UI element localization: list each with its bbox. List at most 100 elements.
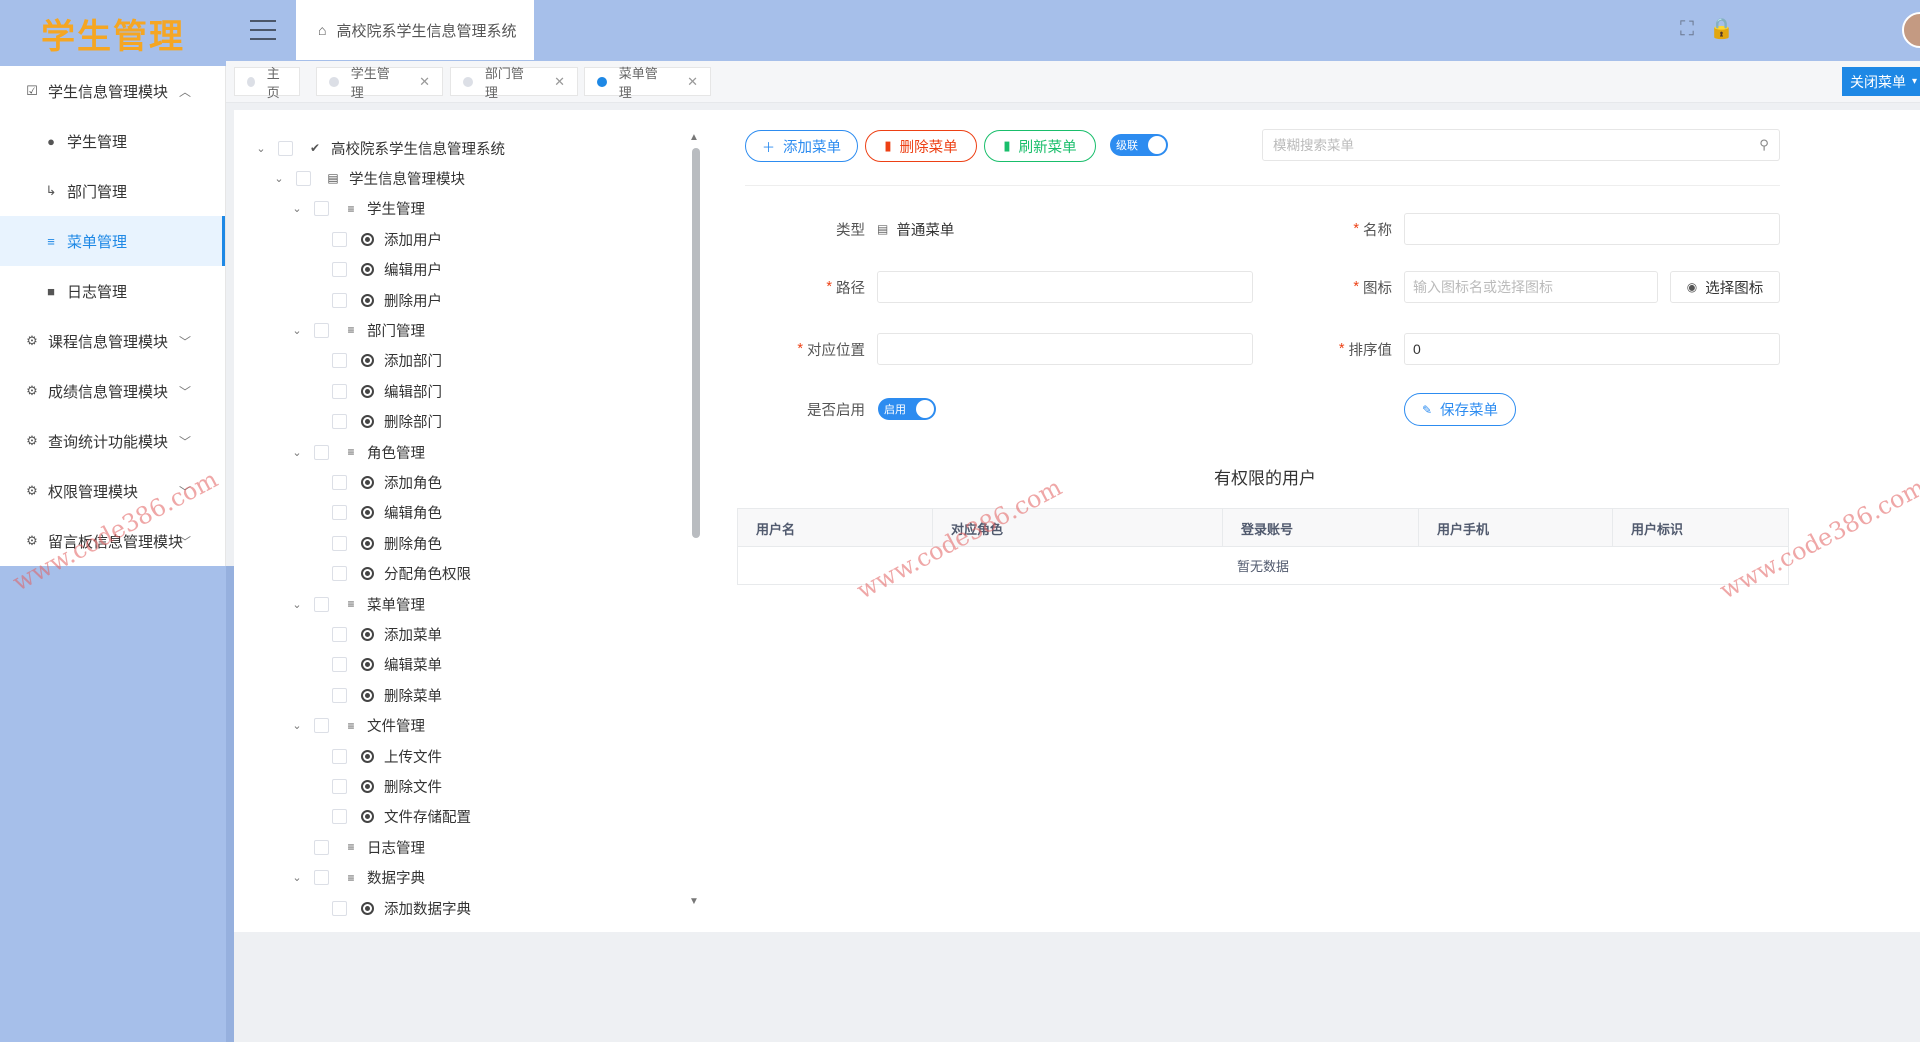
chevron-down-icon[interactable]: ⌄ <box>290 719 304 732</box>
name-field[interactable] <box>1404 213 1780 245</box>
tree-node[interactable]: 删除部门 <box>308 410 442 434</box>
tree-checkbox[interactable] <box>332 687 347 703</box>
tree-node[interactable]: 删除菜单 <box>308 683 442 707</box>
tree-scrollbar[interactable] <box>692 148 700 538</box>
icon-input[interactable] <box>1413 279 1657 295</box>
close-icon[interactable]: ✕ <box>554 74 565 90</box>
lock-icon[interactable]: 🔒 <box>1709 18 1734 40</box>
tree-node[interactable]: 编辑部门 <box>308 379 442 403</box>
tree-checkbox[interactable] <box>332 292 347 308</box>
search-field[interactable]: ⚲ <box>1262 129 1780 161</box>
path-input[interactable] <box>886 279 1252 295</box>
close-icon[interactable]: ✕ <box>419 74 430 90</box>
tree-node[interactable]: ⌄ ≡ 数据字典 <box>290 866 425 890</box>
tree-checkbox[interactable] <box>332 748 347 764</box>
icon-field[interactable] <box>1404 271 1658 303</box>
hamburger-menu-icon[interactable] <box>250 20 276 40</box>
tree-node[interactable]: 删除用户 <box>308 288 442 312</box>
sidebar-item-course-module[interactable]: ⚙ 课程信息管理模块 ﹀ <box>0 316 225 366</box>
tree-node[interactable]: 添加数据字典 <box>308 896 471 920</box>
sidebar-item-score-module[interactable]: ⚙ 成绩信息管理模块 ﹀ <box>0 366 225 416</box>
tree-checkbox[interactable] <box>332 778 347 794</box>
sidebar-item-menu-management[interactable]: ≡ 菜单管理 <box>0 216 225 266</box>
chevron-down-icon[interactable]: ⌄ <box>290 446 304 459</box>
pick-icon-button[interactable]: ◉ 选择图标 <box>1670 271 1780 303</box>
chevron-down-icon[interactable]: ⌄ <box>272 172 286 185</box>
tree-node[interactable]: ⌄ ≡ 部门管理 <box>290 318 425 342</box>
scroll-up-icon[interactable]: ▲ <box>689 132 699 143</box>
tree-checkbox[interactable] <box>332 231 347 247</box>
sidebar-item-student-management[interactable]: ● 学生管理 <box>0 116 225 166</box>
tree-node[interactable]: ⌄ ✔ 高校院系学生信息管理系统 <box>254 136 505 160</box>
sort-field[interactable] <box>1404 333 1780 365</box>
tree-checkbox[interactable] <box>332 809 347 825</box>
tree-checkbox[interactable] <box>314 870 329 886</box>
tree-checkbox[interactable] <box>314 201 329 217</box>
sidebar-item-student-info-module[interactable]: ☑ 学生信息管理模块 ︿ <box>0 66 225 116</box>
sort-input[interactable] <box>1413 341 1779 357</box>
name-input[interactable] <box>1413 221 1779 237</box>
tree-checkbox[interactable] <box>314 718 329 734</box>
tree-checkbox[interactable] <box>332 383 347 399</box>
tree-node[interactable]: ⌄ ≡ 角色管理 <box>290 440 425 464</box>
close-icon[interactable]: ✕ <box>687 74 698 90</box>
add-menu-button[interactable]: ＋ 添加菜单 <box>745 130 858 162</box>
sidebar-item-log-management[interactable]: ■ 日志管理 <box>0 266 225 316</box>
tree-node[interactable]: ⌄ ≡ 文件管理 <box>290 714 425 738</box>
chevron-down-icon[interactable]: ⌄ <box>290 202 304 215</box>
tree-checkbox[interactable] <box>314 444 329 460</box>
tab-student-management[interactable]: 学生管理 ✕ <box>316 66 443 100</box>
sidebar-item-dept-management[interactable]: ↳ 部门管理 <box>0 166 225 216</box>
cascade-toggle[interactable]: 级联 <box>1110 134 1168 156</box>
tree-node[interactable]: ⌄ ▤ 学生信息管理模块 <box>272 166 465 190</box>
tree-node[interactable]: 添加用户 <box>308 227 442 251</box>
tree-checkbox[interactable] <box>314 839 329 855</box>
tree-node[interactable]: 删除文件 <box>308 774 442 798</box>
tree-node[interactable]: 文件存储配置 <box>308 805 471 829</box>
tree-node[interactable]: 添加角色 <box>308 470 442 494</box>
tab-home[interactable]: 主页 <box>234 66 300 100</box>
tree-node[interactable]: 编辑菜单 <box>308 653 442 677</box>
search-input[interactable] <box>1273 137 1749 153</box>
search-icon[interactable]: ⚲ <box>1749 137 1779 153</box>
tree-checkbox[interactable] <box>332 566 347 582</box>
fullscreen-icon[interactable]: ⛶ <box>1676 18 1698 40</box>
scroll-down-icon[interactable]: ▼ <box>689 896 699 907</box>
position-field[interactable] <box>877 333 1253 365</box>
tree-node[interactable]: 上传文件 <box>308 744 442 768</box>
tree-checkbox[interactable] <box>314 596 329 612</box>
save-menu-button[interactable]: ✎ 保存菜单 <box>1404 393 1516 426</box>
logo[interactable]: 学生管理 <box>0 0 226 66</box>
sidebar-item-message-module[interactable]: ⚙ 留言板信息管理模块 ﹀ <box>0 516 225 566</box>
tree-node[interactable]: 分配角色权限 <box>308 562 471 586</box>
tree-checkbox[interactable] <box>332 535 347 551</box>
tree-checkbox[interactable] <box>332 505 347 521</box>
tab-dept-management[interactable]: 部门管理 ✕ <box>450 66 578 100</box>
enabled-toggle[interactable]: 启用 <box>878 398 936 420</box>
tree-checkbox[interactable] <box>296 170 311 186</box>
tree-checkbox[interactable] <box>332 474 347 490</box>
tree-node[interactable]: ⌄ ≡ 菜单管理 <box>290 592 425 616</box>
breadcrumb[interactable]: ⌂ 高校院系学生信息管理系统 <box>296 0 534 60</box>
sidebar-item-query-module[interactable]: ⚙ 查询统计功能模块 ﹀ <box>0 416 225 466</box>
tree-checkbox[interactable] <box>332 262 347 278</box>
tree-node[interactable]: 编辑角色 <box>308 501 442 525</box>
position-input[interactable] <box>886 341 1252 357</box>
tree-node[interactable]: ≡ 日志管理 <box>290 835 425 859</box>
tab-menu-management[interactable]: 菜单管理 ✕ <box>584 66 711 100</box>
tree-node[interactable]: 编辑用户 <box>308 258 442 282</box>
sidebar-item-permission-module[interactable]: ⚙ 权限管理模块 ﹀ <box>0 466 225 516</box>
tree-checkbox[interactable] <box>332 900 347 916</box>
tree-node[interactable]: ⌄ ≡ 学生管理 <box>290 197 425 221</box>
tree-checkbox[interactable] <box>332 626 347 642</box>
chevron-down-icon[interactable]: ⌄ <box>254 142 268 155</box>
delete-menu-button[interactable]: ▮ 删除菜单 <box>865 130 977 162</box>
tree-checkbox[interactable] <box>332 353 347 369</box>
tree-checkbox[interactable] <box>332 414 347 430</box>
chevron-down-icon[interactable]: ⌄ <box>290 871 304 884</box>
tree-node[interactable]: 删除角色 <box>308 531 442 555</box>
close-menu-button[interactable]: 关闭菜单 ▾ <box>1842 67 1920 96</box>
tree-node[interactable]: 添加菜单 <box>308 622 442 646</box>
chevron-down-icon[interactable]: ⌄ <box>290 324 304 337</box>
tree-checkbox[interactable] <box>278 140 293 156</box>
